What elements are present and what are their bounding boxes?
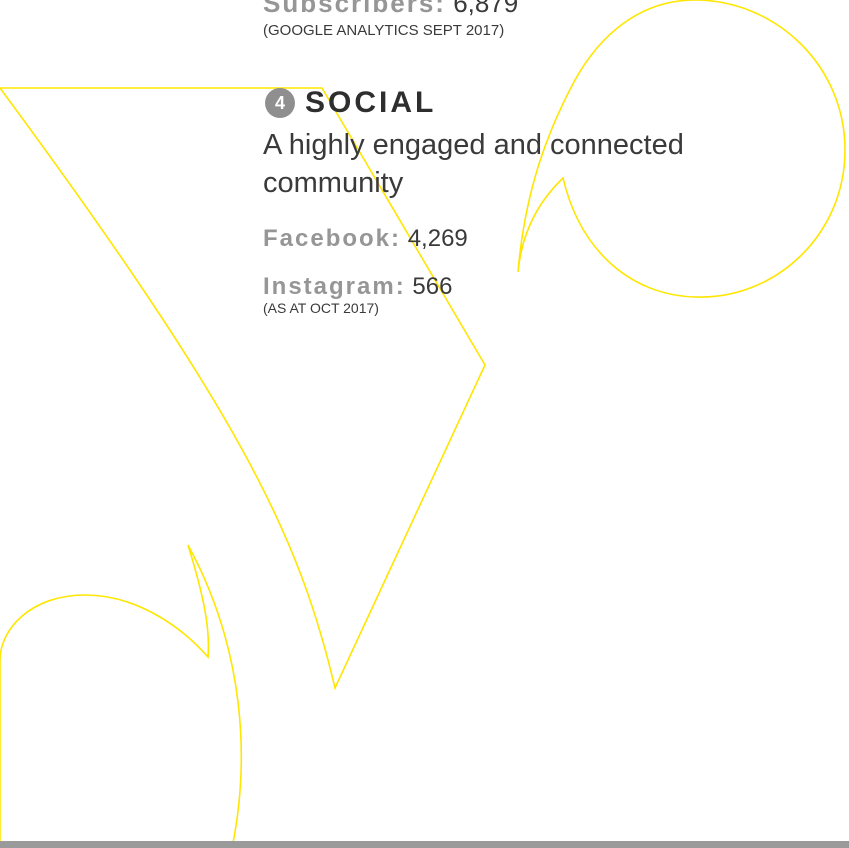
subscribers-value: 6,879 — [453, 0, 519, 18]
instagram-value: 566 — [412, 273, 453, 300]
social-date-note: (AS AT OCT 2017) — [263, 300, 379, 316]
section-number-badge: 4 — [265, 88, 295, 118]
facebook-stat: Facebook: 4,269 — [263, 225, 468, 253]
section-heading: 4 SOCIAL — [265, 86, 436, 120]
facebook-label: Facebook: — [263, 225, 402, 252]
footer-bar — [0, 841, 849, 848]
section-tagline: A highly engaged and connected community — [263, 129, 684, 199]
subscribers-stat: Subscribers: 6,879 — [263, 0, 518, 18]
instagram-label: Instagram: — [263, 273, 406, 300]
instagram-stat: Instagram: 566 — [263, 273, 452, 301]
section-title: SOCIAL — [305, 86, 437, 119]
facebook-value: 4,269 — [407, 225, 468, 252]
subscribers-label: Subscribers: — [263, 0, 446, 18]
teardrop-bottom-left — [0, 544, 243, 848]
page: Subscribers: 6,879 (GOOGLE ANALYTICS SEP… — [0, 0, 849, 848]
subscribers-source-note: (GOOGLE ANALYTICS SEPT 2017) — [263, 22, 505, 39]
